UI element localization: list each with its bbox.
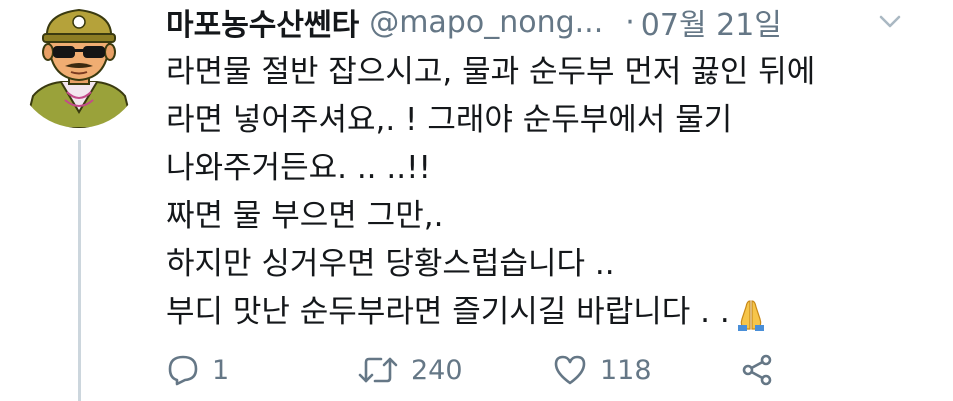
tweet-text-line: 라면물 절반 잡으시고, 물과 순두부 먼저 끓인 뒤에 — [166, 54, 816, 90]
share-button[interactable] — [740, 348, 774, 392]
share-icon — [740, 353, 774, 387]
tweet-text-line: 부디 맛난 순두부라면 즐기시길 바랍니다 . . — [166, 294, 730, 330]
tweet-text-last-line: 부디 맛난 순두부라면 즐기시길 바랍니다 . . — [166, 288, 815, 336]
user-handle[interactable]: @mapo_nong... — [369, 5, 603, 40]
tweet-actions: 1 240 118 — [166, 348, 866, 392]
heart-icon — [552, 353, 588, 387]
tweet-text: 라면물 절반 잡으시고, 물과 순두부 먼저 끓인 뒤에 라면 넣어주셔요,. … — [166, 48, 815, 336]
avatar[interactable] — [15, 0, 143, 128]
folded-hands-emoji — [732, 295, 770, 333]
tweet-text-line: 라면 넣어주셔요,. ! 그래야 순두부에서 물기 — [166, 102, 733, 138]
avatar-illustration — [23, 8, 135, 128]
reply-button[interactable]: 1 — [166, 348, 229, 392]
tweet-text-line: 하지만 싱거우면 당황스럽습니다 .. — [166, 246, 615, 282]
reply-icon — [166, 353, 200, 387]
tweet-text-line: 나와주거든요. .. ..!! — [166, 150, 431, 186]
tweet-date[interactable]: 07월 21일 — [641, 0, 782, 44]
reply-count: 1 — [212, 354, 230, 386]
like-count: 118 — [600, 354, 652, 386]
separator-dot: · — [625, 4, 635, 40]
tweet-header: 마포농수산쎈타 @mapo_nong... · 07월 21일 — [166, 0, 782, 44]
retweet-button[interactable]: 240 — [357, 348, 463, 392]
retweet-icon — [357, 353, 399, 387]
tweet-text-line: 짜면 물 부으면 그만,. — [166, 198, 444, 234]
chevron-down-icon[interactable] — [877, 10, 903, 32]
retweet-count: 240 — [411, 354, 463, 386]
display-name[interactable]: 마포농수산쎈타 — [166, 0, 359, 44]
like-button[interactable]: 118 — [552, 348, 652, 392]
thread-line — [78, 140, 81, 401]
tweet[interactable]: 마포농수산쎈타 @mapo_nong... · 07월 21일 라면물 절반 잡… — [0, 0, 953, 401]
